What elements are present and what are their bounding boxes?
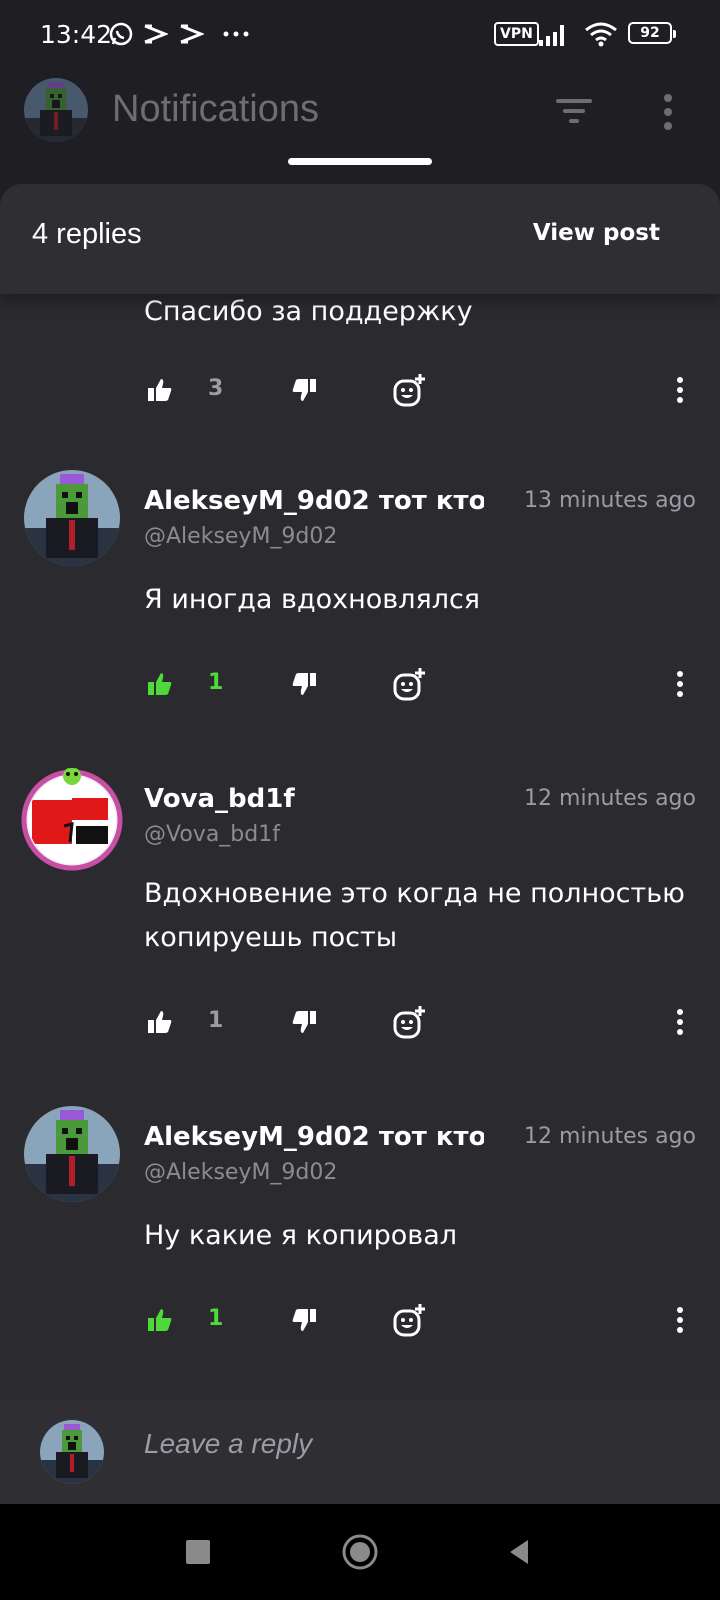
more-vertical-icon[interactable] bbox=[670, 1002, 690, 1042]
more-vertical-icon[interactable] bbox=[670, 1300, 690, 1340]
comment-author[interactable]: AlekseyM_9d02 тот кто bbox=[144, 486, 484, 516]
dislike-icon[interactable] bbox=[290, 664, 318, 704]
sheet-header: 4 replies View post bbox=[0, 184, 720, 294]
recent-apps-icon[interactable] bbox=[178, 1532, 218, 1572]
like-icon[interactable] bbox=[146, 370, 174, 410]
comment-handle[interactable]: @AlekseyM_9d02 bbox=[144, 1160, 337, 1185]
comment-actions: 1 bbox=[0, 664, 720, 704]
dislike-icon[interactable] bbox=[290, 370, 318, 410]
capcut-icon bbox=[178, 20, 204, 48]
dislike-icon[interactable] bbox=[290, 1300, 318, 1340]
comment-text: Ну какие я копировал bbox=[144, 1220, 457, 1251]
view-post-button[interactable]: View post bbox=[533, 220, 660, 246]
like-icon[interactable] bbox=[146, 1300, 174, 1340]
comment-text: Я иногда вдохновлялся bbox=[144, 584, 481, 615]
comment-handle[interactable]: @Vova_bd1f bbox=[144, 822, 280, 847]
comment-timestamp: 12 minutes ago bbox=[524, 1124, 696, 1149]
add-reaction-icon[interactable] bbox=[392, 664, 428, 704]
comment-text: Вдохновение это когда не полностью копир… bbox=[144, 878, 685, 953]
app-header: Notifications bbox=[0, 70, 720, 170]
battery-indicator: 92 bbox=[628, 22, 676, 44]
comment-actions: 1 bbox=[0, 1002, 720, 1042]
home-icon[interactable] bbox=[340, 1532, 380, 1572]
more-vertical-icon[interactable] bbox=[670, 370, 690, 410]
signal-icon bbox=[538, 20, 568, 48]
add-reaction-icon[interactable] bbox=[392, 1002, 428, 1042]
comment-actions: 1 bbox=[0, 1300, 720, 1340]
more-vertical-icon[interactable] bbox=[658, 92, 678, 132]
comment-timestamp: 13 minutes ago bbox=[524, 488, 696, 513]
vpn-badge: VPN bbox=[494, 22, 539, 46]
capcut-icon bbox=[142, 20, 168, 48]
user-avatar[interactable] bbox=[24, 470, 120, 566]
dislike-icon[interactable] bbox=[290, 1002, 318, 1042]
comment-text: Спасибо за поддержку bbox=[144, 296, 473, 327]
add-reaction-icon[interactable] bbox=[392, 370, 428, 410]
comment-author[interactable]: Vova_bd1f bbox=[144, 784, 484, 814]
reply-bar: Leave a reply bbox=[0, 1400, 720, 1504]
add-reaction-icon[interactable] bbox=[392, 1300, 428, 1340]
profile-avatar[interactable] bbox=[24, 78, 88, 142]
comment-handle[interactable]: @AlekseyM_9d02 bbox=[144, 524, 337, 549]
comment-actions: 3 bbox=[0, 370, 720, 410]
whatsapp-icon bbox=[108, 20, 134, 48]
comment-author[interactable]: AlekseyM_9d02 тот кто bbox=[144, 1122, 484, 1152]
replies-count: 4 replies bbox=[32, 218, 142, 250]
user-avatar[interactable] bbox=[24, 1106, 120, 1202]
like-icon[interactable] bbox=[146, 1002, 174, 1042]
wifi-icon bbox=[584, 20, 618, 48]
status-time: 13:42 bbox=[40, 20, 113, 49]
more-vertical-icon[interactable] bbox=[670, 664, 690, 704]
reply-input[interactable]: Leave a reply bbox=[144, 1428, 312, 1460]
like-count: 3 bbox=[208, 376, 224, 401]
filter-icon[interactable] bbox=[554, 96, 594, 126]
replies-sheet: 4 replies View post Спасибо за поддержку… bbox=[0, 184, 720, 1504]
comment-timestamp: 12 minutes ago bbox=[524, 786, 696, 811]
back-icon[interactable] bbox=[500, 1532, 540, 1572]
system-nav-bar bbox=[0, 1504, 720, 1600]
like-count: 1 bbox=[208, 1008, 224, 1033]
user-avatar[interactable] bbox=[20, 768, 124, 872]
my-avatar bbox=[40, 1420, 104, 1484]
like-count: 1 bbox=[208, 1306, 224, 1331]
status-bar: 13:42 VPN 92 bbox=[0, 0, 720, 70]
page-title: Notifications bbox=[112, 88, 319, 130]
like-icon[interactable] bbox=[146, 664, 174, 704]
more-notifications-icon bbox=[222, 20, 250, 48]
sheet-drag-handle[interactable] bbox=[288, 158, 432, 165]
like-count: 1 bbox=[208, 670, 224, 695]
